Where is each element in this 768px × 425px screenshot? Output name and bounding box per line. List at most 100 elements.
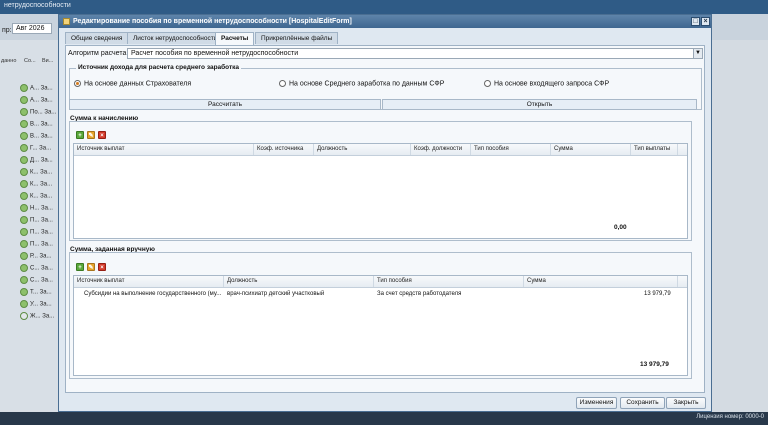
list-item-label: У... За... xyxy=(30,301,52,308)
status-icon xyxy=(20,288,28,296)
list-item[interactable]: Ж... За... xyxy=(20,312,58,324)
status-icon xyxy=(20,228,28,236)
algorithm-select[interactable]: Расчет пособия по временной нетрудоспосо… xyxy=(127,48,695,59)
list-item[interactable]: П... За... xyxy=(20,216,58,228)
status-icon xyxy=(20,96,28,104)
bg-col-header[interactable]: Со... xyxy=(24,58,36,64)
delete-icon[interactable]: × xyxy=(98,131,106,139)
list-item-label: А... За... xyxy=(30,97,53,104)
list-item-label: А... За... xyxy=(30,85,53,92)
col-benefit-type[interactable]: Тип пособия xyxy=(471,144,551,155)
license-number: Лицензия номер: 0000-0 xyxy=(696,414,764,420)
list-item[interactable]: П... За... xyxy=(20,228,58,240)
edit-icon[interactable]: ✎ xyxy=(87,131,95,139)
add-icon[interactable]: + xyxy=(76,263,84,271)
list-item-label: Д... За... xyxy=(30,157,53,164)
list-item[interactable]: Р... За... xyxy=(20,252,58,264)
list-item[interactable]: К... За... xyxy=(20,180,58,192)
status-icon xyxy=(20,192,28,200)
status-icon xyxy=(20,252,28,260)
radio-sfr-request[interactable]: На основе входящего запроса СФР xyxy=(484,80,609,87)
algorithm-label: Алгоритм расчета: xyxy=(68,50,129,57)
status-icon xyxy=(20,240,28,248)
list-item-label: Н... За... xyxy=(30,205,53,212)
list-item-label: К... За... xyxy=(30,193,53,200)
manual-table: Источник выплат Должность Тип пособия Су… xyxy=(73,275,688,376)
col-amount[interactable]: Сумма xyxy=(524,276,678,287)
window-title: Редактирование пособия по временной нетр… xyxy=(73,18,352,25)
list-item[interactable]: Т... За... xyxy=(20,288,58,300)
col-payment-source[interactable]: Источник выплат xyxy=(74,144,254,155)
list-item[interactable]: По... За... xyxy=(20,108,58,120)
col-amount[interactable]: Сумма xyxy=(551,144,631,155)
col-position-coef[interactable]: Коэф. должности xyxy=(411,144,471,155)
list-item-label: С... За... xyxy=(30,277,53,284)
status-icon xyxy=(20,108,28,116)
row-position: врач-психиатр детский участковый xyxy=(227,291,325,297)
calculate-button[interactable]: Рассчитать xyxy=(69,99,381,110)
open-button[interactable]: Открыть xyxy=(382,99,697,110)
save-button[interactable]: Сохранить xyxy=(620,397,665,409)
radio-insurer-data[interactable]: На основе данных Страхователя xyxy=(74,80,191,87)
add-icon[interactable]: + xyxy=(76,131,84,139)
list-item[interactable]: Г... За... xyxy=(20,144,58,156)
close-button[interactable]: Закрыть xyxy=(666,397,706,409)
accrual-total: 0,00 xyxy=(614,224,627,231)
bg-col-header[interactable]: данно xyxy=(1,58,16,64)
income-source-title: Источник дохода для расчета среднего зар… xyxy=(76,64,242,71)
list-item[interactable]: П... За... xyxy=(20,240,58,252)
list-item-label: П... За... xyxy=(30,217,53,224)
status-icon xyxy=(20,120,28,128)
tab-attached-files[interactable]: Прикреплённые файлы xyxy=(255,32,339,44)
tab-general-info[interactable]: Общие сведения xyxy=(65,32,129,44)
status-icon xyxy=(20,204,28,212)
list-item-label: Р... За... xyxy=(30,253,52,260)
delete-icon[interactable]: × xyxy=(98,263,106,271)
list-item-label: В... За... xyxy=(30,133,53,140)
tab-sick-leave-sheet[interactable]: Листок нетрудоспособности xyxy=(127,32,224,44)
list-item[interactable]: Д... За... xyxy=(20,156,58,168)
list-item-label: По... За... xyxy=(30,109,57,116)
list-item[interactable]: С... За... xyxy=(20,264,58,276)
status-icon xyxy=(20,132,28,140)
list-item[interactable]: Н... За... xyxy=(20,204,58,216)
radio-icon xyxy=(279,80,286,87)
period-field[interactable]: Авг 2026 xyxy=(12,23,52,34)
manual-table-header: Источник выплат Должность Тип пособия Су… xyxy=(74,276,687,288)
tab-calculations[interactable]: Расчеты xyxy=(215,32,255,45)
radio-selected-icon xyxy=(74,80,81,87)
status-icon xyxy=(20,156,28,164)
list-item-label: К... За... xyxy=(30,169,53,176)
list-item[interactable]: У... За... xyxy=(20,300,58,312)
app-title: нетрудоспособности xyxy=(4,2,71,9)
list-item[interactable]: В... За... xyxy=(20,132,58,144)
changes-button[interactable]: Изменения xyxy=(576,397,617,409)
close-window-button[interactable]: × xyxy=(701,17,710,26)
status-icon xyxy=(20,84,28,92)
col-position[interactable]: Должность xyxy=(224,276,374,287)
radio-sfr-earnings[interactable]: На основе Среднего заработка по данным С… xyxy=(279,80,444,87)
list-item-label: П... За... xyxy=(30,229,53,236)
list-item[interactable]: К... За... xyxy=(20,168,58,180)
calculations-panel: Алгоритм расчета: Расчет пособия по врем… xyxy=(65,45,705,393)
col-position[interactable]: Должность xyxy=(314,144,411,155)
maximize-button[interactable]: □ xyxy=(691,17,700,26)
table-row[interactable]: Субсидии на выполнение государственного … xyxy=(74,289,678,300)
window-titlebar[interactable]: Редактирование пособия по временной нетр… xyxy=(59,15,711,28)
edit-icon[interactable]: ✎ xyxy=(87,263,95,271)
chevron-down-icon[interactable]: ▼ xyxy=(693,48,703,59)
col-payment-type[interactable]: Тип выплаты xyxy=(631,144,678,155)
status-icon xyxy=(20,216,28,224)
list-item[interactable]: В... За... xyxy=(20,120,58,132)
list-item[interactable]: К... За... xyxy=(20,192,58,204)
col-source-coef[interactable]: Коэф. источника xyxy=(254,144,314,155)
row-source: Субсидии на выполнение государственного … xyxy=(84,291,222,297)
list-item[interactable]: А... За... xyxy=(20,96,58,108)
list-item[interactable]: С... За... xyxy=(20,276,58,288)
col-payment-source[interactable]: Источник выплат xyxy=(74,276,224,287)
bg-col-header[interactable]: Ви... xyxy=(42,58,53,64)
col-benefit-type[interactable]: Тип пособия xyxy=(374,276,524,287)
manual-total: 13 979,79 xyxy=(640,361,669,368)
accrual-table-header: Источник выплат Коэф. источника Должност… xyxy=(74,144,687,156)
list-item[interactable]: А... За... xyxy=(20,84,58,96)
